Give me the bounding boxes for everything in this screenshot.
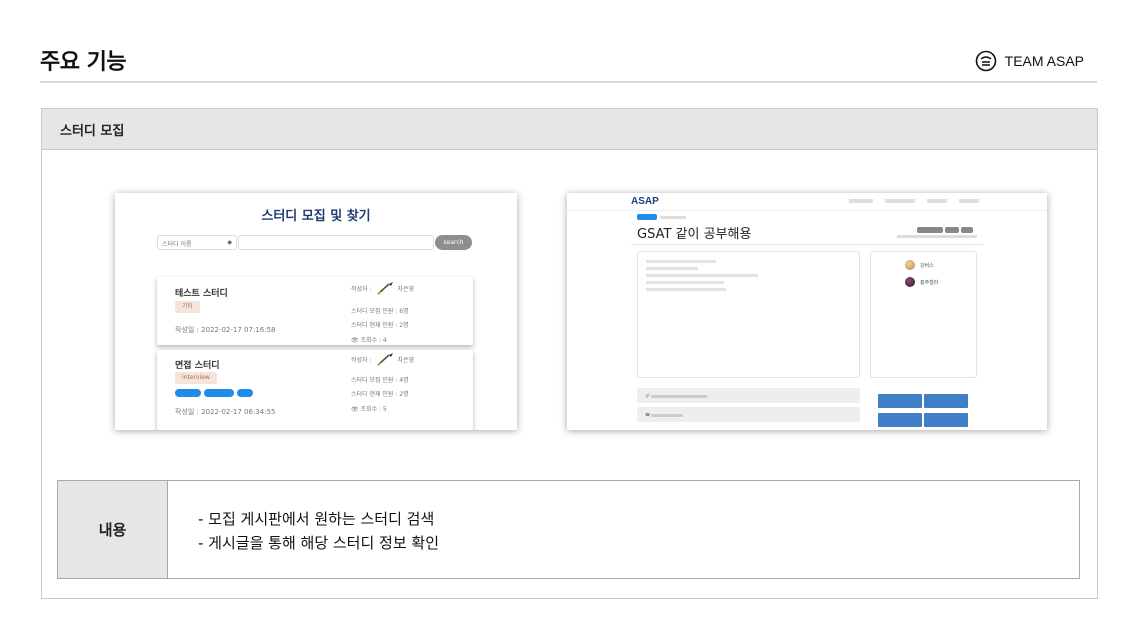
- study-chip: [204, 389, 234, 397]
- category-pill: [637, 214, 657, 220]
- writer-name: 차은영: [397, 285, 415, 293]
- member-panel: 강버스 흥주철라: [870, 251, 977, 378]
- writer-avatar-icon: [376, 353, 393, 366]
- detail-badges: [917, 227, 973, 233]
- eye-icon: 👁: [351, 337, 361, 344]
- content-label: 내용: [58, 481, 168, 578]
- study-date: 작성일 : 2022-02-17 06:34:55: [175, 408, 276, 416]
- current-count: 스터디 현재 인원 : 2명: [351, 322, 409, 329]
- member-avatar: [905, 260, 915, 270]
- body-line: [646, 288, 726, 291]
- delete-button[interactable]: [924, 413, 968, 427]
- search-input[interactable]: [238, 235, 434, 250]
- study-tag: 기타: [175, 301, 201, 313]
- study-chips: [175, 389, 253, 397]
- view-count: 👁 조회수 : 5: [351, 404, 387, 413]
- study-name: 테스트 스터디: [175, 289, 228, 299]
- team-logo-icon: [975, 50, 996, 72]
- phone-icon: ☎: [645, 412, 650, 417]
- member-item: 강버스: [905, 260, 934, 270]
- select-value: 스터디 이름: [162, 241, 192, 248]
- content-item: - 게시글을 통해 해당 스터디 정보 확인: [198, 534, 440, 552]
- title-divider: [40, 81, 1097, 83]
- link-icon: 🔗: [645, 393, 650, 398]
- edit-button[interactable]: [878, 413, 922, 427]
- study-chip: [175, 389, 201, 397]
- study-writer: 작성자 : 차은영: [351, 281, 414, 295]
- writer-name: 차은영: [397, 356, 415, 364]
- study-card[interactable]: 테스트 스터디 기타 작성일 : 2022-02-17 07:16:58 작성자…: [157, 277, 473, 345]
- nav-item[interactable]: [927, 199, 947, 203]
- brand: TEAM ASAP: [975, 50, 1084, 72]
- member-item: 흥주철라: [905, 277, 938, 287]
- eye-icon: 👁: [351, 406, 361, 413]
- panel-header: 스터디 모집: [42, 109, 1097, 150]
- view-count-text: 조회수 : 5: [360, 406, 387, 413]
- info-phone-row: ☎: [637, 407, 860, 422]
- info-link-row: 🔗: [637, 388, 860, 403]
- body-line: [646, 267, 698, 270]
- category-sub: [660, 215, 686, 219]
- search-type-select[interactable]: 스터디 이름 ◆: [157, 235, 237, 250]
- study-list-screenshot: 스터디 모집 및 찾기 스터디 이름 ◆ search 테스트 스터디 기타 작…: [115, 193, 517, 430]
- nav-item[interactable]: [885, 199, 915, 203]
- study-tag: interview: [175, 372, 217, 384]
- detail-badge: [917, 227, 943, 233]
- writer-label: 작성자 :: [351, 285, 372, 293]
- recruit-count: 스터디 모집 인원 : 4명: [351, 377, 409, 384]
- study-card[interactable]: 면접 스터디 interview 작성일 : 2022-02-17 06:34:…: [157, 350, 473, 430]
- info-phone: [651, 413, 684, 417]
- member-name: 흥주철라: [920, 279, 939, 286]
- study-detail-screenshot: ASAP GSAT 같이 공부해용 강버스 흥주철라 🔗 ☎: [567, 193, 1047, 430]
- nav-item[interactable]: [849, 199, 873, 203]
- info-link[interactable]: [651, 394, 708, 398]
- select-caret-icon: ◆: [227, 239, 232, 246]
- view-count-text: 조회수 : 4: [360, 337, 387, 344]
- detail-navbar: ASAP: [567, 193, 1047, 211]
- brand-name: TEAM ASAP: [1004, 53, 1084, 69]
- content-item: - 모집 게시판에서 원하는 스터디 검색: [198, 510, 435, 528]
- current-count: 스터디 현재 인원 : 2명: [351, 391, 409, 398]
- detail-body: [637, 251, 860, 378]
- detail-logo[interactable]: ASAP: [631, 196, 659, 207]
- writer-avatar-icon: [376, 282, 393, 295]
- detail-category: [637, 214, 686, 220]
- list-title: 스터디 모집 및 찾기: [261, 209, 371, 224]
- detail-title: GSAT 같이 공부해용: [637, 227, 752, 242]
- recruit-count: 스터디 모집 인원 : 6명: [351, 308, 409, 315]
- body-line: [646, 281, 724, 284]
- accept-button[interactable]: [878, 394, 922, 408]
- detail-nav: [849, 199, 979, 203]
- study-writer: 작성자 : 차은영: [351, 352, 414, 366]
- nav-item[interactable]: [959, 199, 979, 203]
- detail-divider: [631, 244, 983, 245]
- body-line: [646, 260, 716, 263]
- member-avatar: [905, 277, 915, 287]
- study-name: 면접 스터디: [175, 361, 220, 371]
- writer-label: 작성자 :: [351, 356, 372, 364]
- view-count: 👁 조회수 : 4: [351, 335, 387, 344]
- study-chip: [237, 389, 253, 397]
- detail-meta: [897, 235, 977, 238]
- content-list: - 모집 게시판에서 원하는 스터디 검색 - 게시글을 통해 해당 스터디 정…: [168, 481, 439, 578]
- study-date: 작성일 : 2022-02-17 07:16:58: [175, 326, 276, 334]
- page-title: 주요 기능: [40, 50, 127, 75]
- body-line: [646, 274, 758, 277]
- reject-button[interactable]: [924, 394, 968, 408]
- member-name: 강버스: [920, 262, 934, 269]
- search-button[interactable]: search: [435, 235, 472, 250]
- detail-badge: [961, 227, 973, 233]
- feature-panel: 스터디 모집 스터디 모집 및 찾기 스터디 이름 ◆ search 테스트 스…: [41, 108, 1098, 599]
- content-table: 내용 - 모집 게시판에서 원하는 스터디 검색 - 게시글을 통해 해당 스터…: [57, 480, 1080, 579]
- detail-badge: [945, 227, 959, 233]
